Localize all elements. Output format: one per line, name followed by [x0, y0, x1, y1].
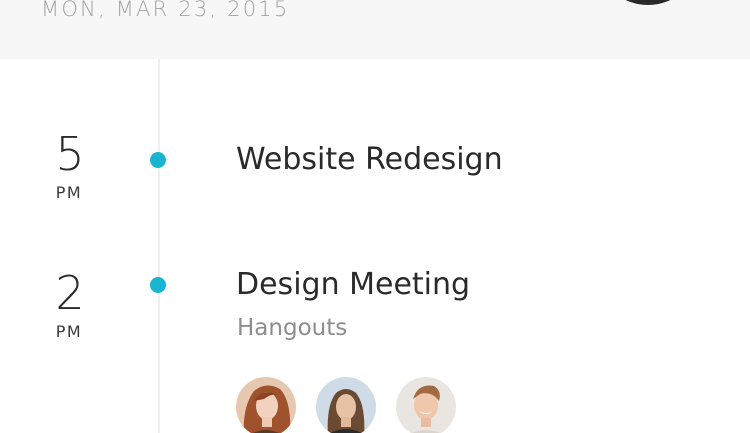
event-hour: 2: [55, 266, 85, 320]
attendee-avatar-3[interactable]: [396, 377, 456, 433]
add-event-button[interactable]: [598, 0, 698, 5]
attendee-avatar-2[interactable]: [316, 377, 376, 433]
timeline-dot: [150, 277, 166, 293]
person-avatar-icon: [396, 377, 456, 433]
date-header: MON, MAR 23, 2015: [0, 0, 750, 59]
calendar-day-view: MON, MAR 23, 2015 5 PM Website Redesign …: [0, 0, 750, 433]
event-location: Hangouts: [237, 315, 348, 341]
attendee-avatar-1[interactable]: [236, 377, 296, 433]
event-hour: 5: [55, 127, 85, 181]
event-meridiem: PM: [55, 322, 83, 341]
person-avatar-icon: [236, 377, 296, 433]
header-date: MON, MAR 23, 2015: [41, 0, 290, 21]
event-meridiem: PM: [55, 183, 83, 202]
timeline-dot: [150, 152, 166, 168]
person-avatar-icon: [316, 377, 376, 433]
event-title[interactable]: Design Meeting: [236, 268, 470, 302]
timeline-line: [158, 59, 160, 433]
event-title[interactable]: Website Redesign: [236, 143, 503, 177]
